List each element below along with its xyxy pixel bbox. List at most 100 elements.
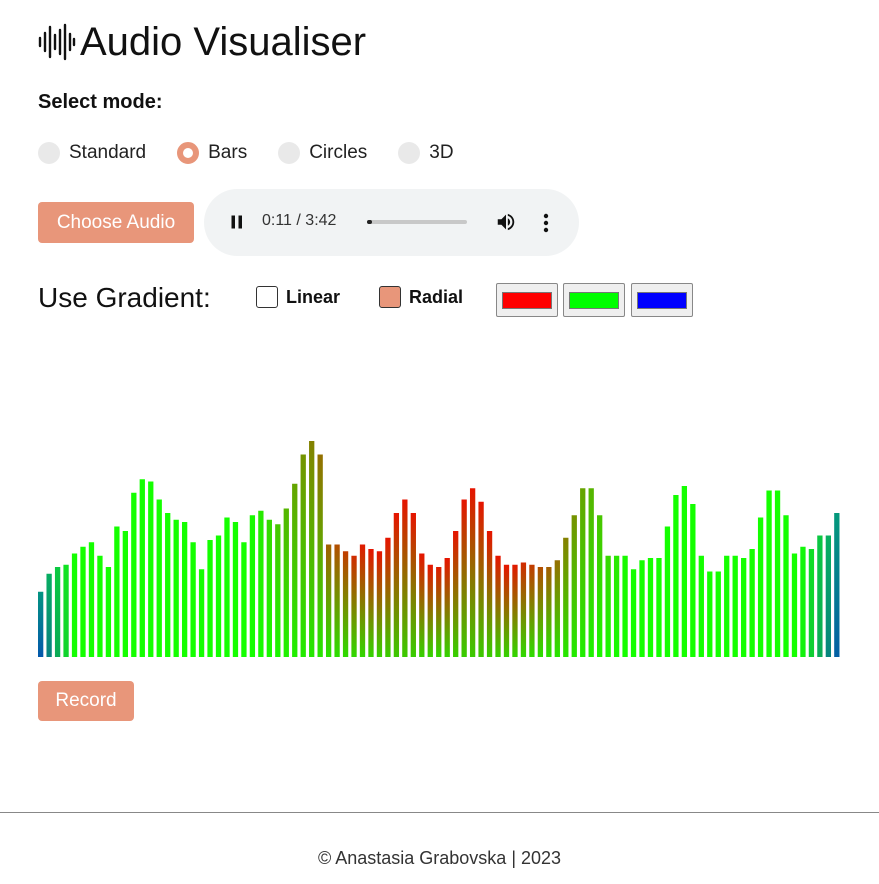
color-swatch	[502, 291, 552, 309]
visualizer-bar	[292, 483, 298, 657]
visualizer-bar	[80, 546, 86, 657]
visualizer-bar	[605, 555, 611, 657]
linear-gradient-option[interactable]: Linear	[256, 286, 340, 308]
visualizer-bar	[114, 526, 120, 657]
mode-option-circles[interactable]: Circles	[278, 142, 367, 164]
visualizer-bar	[808, 549, 815, 657]
visualizer-bar	[198, 569, 205, 657]
visualizer-bar	[453, 531, 459, 657]
visualizer-bar	[571, 515, 577, 657]
visualizer-bar	[385, 537, 391, 657]
visualizer-bar	[71, 553, 78, 657]
visualizer-bar	[597, 515, 603, 657]
gradient-label: Use Gradient:	[38, 282, 211, 313]
visualizer-bar	[580, 488, 586, 657]
mode-option-label: 3D	[429, 142, 454, 163]
visualizer-bar	[181, 522, 188, 657]
visualizer-bar	[139, 479, 145, 657]
visualizer-bar	[613, 555, 620, 657]
visualizer-bar	[554, 560, 560, 657]
visualizer-bar	[249, 515, 256, 657]
visualizer-bar	[173, 519, 179, 657]
visualizer-bar	[215, 535, 222, 657]
visualizer-bar	[766, 490, 772, 657]
radial-checkbox[interactable]	[379, 286, 401, 308]
visualizer-bar	[783, 515, 789, 657]
color-swatch	[637, 291, 687, 309]
visualizer-bar	[757, 517, 764, 657]
visualizer-bar	[529, 564, 535, 657]
radio-button-selected[interactable]	[177, 142, 200, 164]
visualizer-bar	[342, 551, 349, 657]
playback-progress-slider[interactable]	[367, 220, 467, 224]
visualizer-bar	[97, 555, 103, 657]
visualizer-bar	[732, 555, 738, 657]
visualizer-bar	[588, 488, 594, 657]
mode-label: Select mode:	[38, 91, 163, 113]
visualizer-bar	[639, 560, 645, 657]
visualizer-bar	[275, 524, 281, 657]
visualizer-bar	[241, 542, 247, 657]
visualizer-bar	[800, 546, 806, 657]
visualizer-bar	[715, 571, 721, 657]
visualizer-bar	[537, 567, 544, 657]
waveform-icon	[38, 23, 76, 61]
visualizer-bar	[427, 564, 433, 657]
radial-label: Radial	[409, 286, 464, 307]
visualizer-bar	[630, 569, 637, 657]
visualizer-bar	[791, 553, 798, 657]
visualizer-bar	[825, 535, 832, 657]
volume-icon[interactable]	[495, 211, 517, 233]
footer-divider	[0, 812, 879, 813]
visualizer-bar	[232, 522, 239, 657]
visualizer-bar	[698, 555, 704, 657]
visualizer-bar	[503, 564, 510, 657]
more-options-icon[interactable]	[540, 212, 552, 234]
mode-option-bars[interactable]: Bars	[177, 142, 247, 164]
visualizer-bar	[122, 531, 128, 657]
visualizer-bar	[325, 544, 332, 657]
visualizer-bar	[520, 562, 527, 657]
visualizer-bar	[546, 567, 552, 657]
mode-option-3d[interactable]: 3D	[398, 142, 454, 164]
radial-gradient-option[interactable]: Radial	[379, 286, 463, 308]
visualizer-bar	[419, 553, 425, 657]
linear-checkbox[interactable]	[256, 286, 278, 308]
radio-button[interactable]	[278, 142, 301, 164]
audio-player: 0:11 / 3:42	[204, 189, 579, 256]
choose-audio-button[interactable]: Choose Audio	[38, 202, 194, 243]
visualizer-bar	[309, 441, 315, 657]
visualizer-bar	[402, 499, 408, 657]
color-picker-1[interactable]	[496, 283, 558, 317]
mode-option-standard[interactable]: Standard	[38, 142, 146, 164]
visualizer-bar	[512, 564, 518, 657]
mode-option-label: Circles	[309, 142, 368, 163]
visualizer-bar	[410, 513, 416, 657]
visualizer-bar	[165, 513, 171, 657]
record-button[interactable]: Record	[38, 681, 134, 721]
visualizer-bar	[148, 481, 154, 657]
visualizer-bar	[393, 513, 400, 657]
visualizer-bar	[436, 567, 442, 657]
visualizer-bar	[156, 499, 162, 657]
visualizer-bar	[690, 504, 696, 657]
radio-button[interactable]	[38, 142, 60, 164]
mode-option-label: Bars	[208, 142, 248, 163]
visualizer-bar	[834, 513, 840, 657]
visualizer-bar	[817, 535, 823, 657]
color-picker-2[interactable]	[563, 283, 625, 317]
radio-button[interactable]	[398, 142, 421, 164]
visualizer-bar	[46, 573, 52, 657]
visualizer-bar	[376, 551, 383, 657]
color-picker-3[interactable]	[631, 283, 693, 317]
visualizer-bar	[774, 490, 781, 657]
visualizer-bar	[444, 558, 450, 657]
visualizer-bar	[258, 510, 264, 657]
visualizer-bar	[749, 549, 755, 657]
linear-label: Linear	[286, 286, 341, 307]
visualizer-bar	[495, 555, 501, 657]
pause-icon[interactable]	[229, 214, 245, 230]
app-title: Audio Visualiser	[38, 18, 366, 66]
visualizer-bar	[368, 549, 374, 657]
mode-radio-group: Standard Bars Circles 3D	[38, 140, 485, 166]
